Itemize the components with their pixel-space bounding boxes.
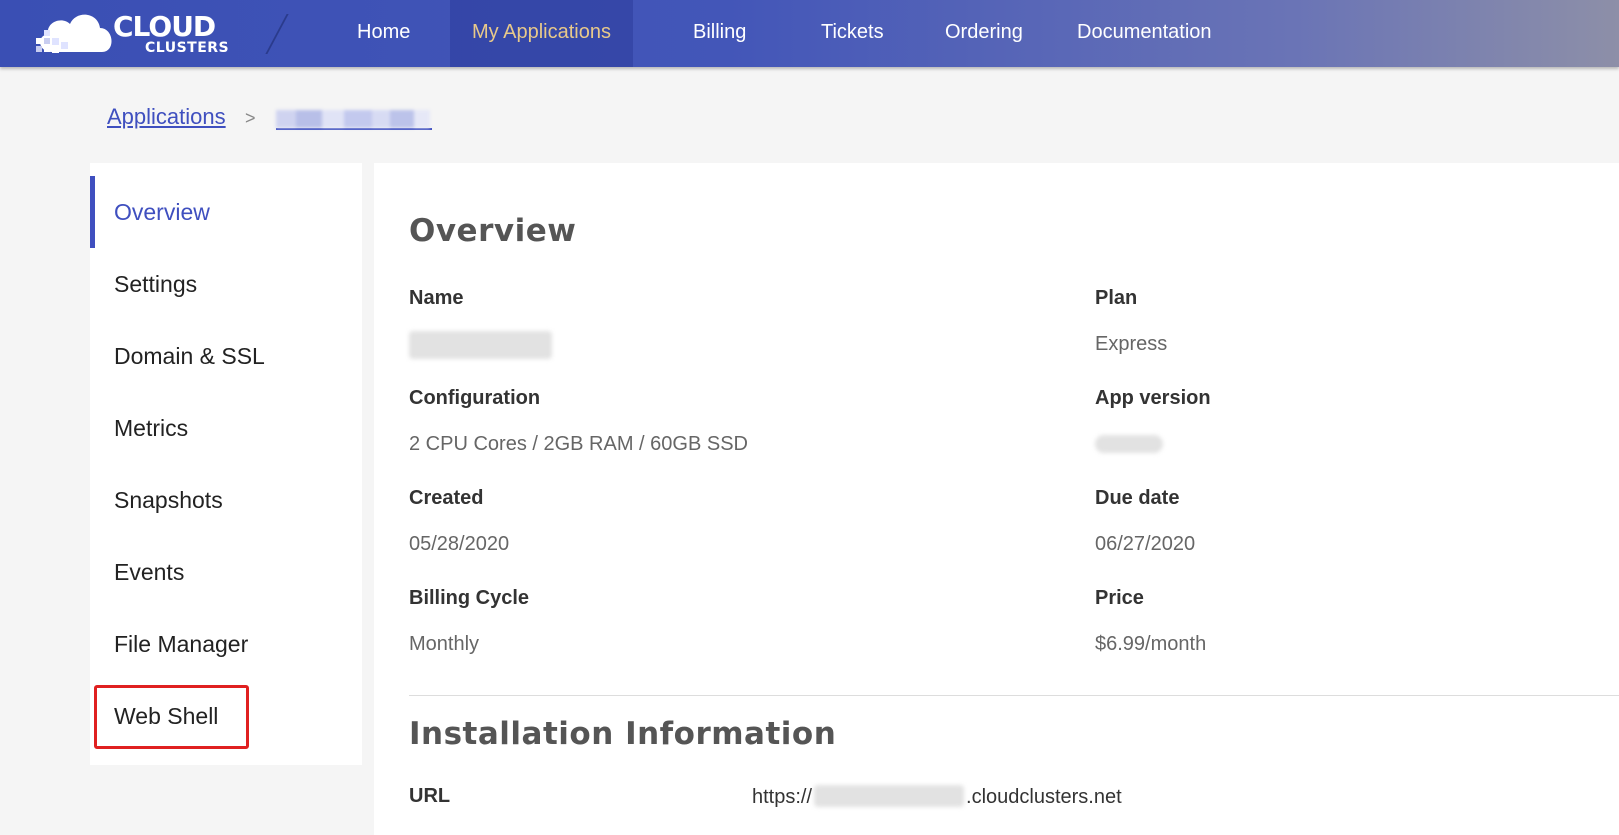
section-divider [409,695,1619,696]
nav-my-applications[interactable]: My Applications [450,0,633,67]
billing-cycle-value: Monthly [409,633,480,655]
sidebar-item-metrics[interactable]: Metrics [90,392,362,464]
plan-label: Plan [1095,287,1138,309]
nav-documentation[interactable]: Documentation [1077,0,1212,67]
nav-ordering[interactable]: Ordering [945,0,1023,67]
nav-tickets[interactable]: Tickets [821,0,884,67]
billing-cycle-label: Billing Cycle [409,587,530,609]
plan-value: Express [1095,333,1168,355]
sidebar-item-snapshots[interactable]: Snapshots [90,464,362,536]
web-shell-highlight-annotation [94,685,249,749]
logo-text-cloud: CLOUD [113,10,216,43]
url-subdomain-redacted [814,785,965,807]
main-content-panel: Overview Name Plan Express Configuration… [374,163,1619,835]
sidebar-item-domain-ssl[interactable]: Domain & SSL [90,320,362,392]
nav-billing[interactable]: Billing [693,0,746,67]
breadcrumb-current-app-redacted[interactable] [276,108,432,130]
configuration-value: 2 CPU Cores / 2GB RAM / 60GB SSD [409,433,748,455]
created-label: Created [409,487,484,509]
cloudclusters-logo[interactable]: CLOUD CLUSTERS [32,6,242,58]
sidebar-item-settings[interactable]: Settings [90,248,362,320]
configuration-label: Configuration [409,387,541,409]
nav-divider [265,14,289,54]
name-label: Name [409,287,464,309]
breadcrumb-separator: > [245,108,256,128]
app-version-value-redacted [1095,435,1163,453]
url-label: URL [409,785,451,807]
top-navigation-bar: CLOUD CLUSTERS Home My Applications Bill… [0,0,1619,67]
url-value[interactable]: https:// .cloudclusters.net [752,785,1122,809]
sidebar-item-file-manager[interactable]: File Manager [90,608,362,680]
breadcrumb-applications-link[interactable]: Applications [107,104,226,130]
app-sidebar: Overview Settings Domain & SSL Metrics S… [90,163,362,765]
due-date-label: Due date [1095,487,1180,509]
url-prefix: https:// [752,786,813,808]
price-label: Price [1095,587,1144,609]
cloud-logo-icon [36,14,112,53]
due-date-value: 06/27/2020 [1095,533,1196,555]
sidebar-item-overview[interactable]: Overview [90,176,362,248]
url-suffix: .cloudclusters.net [966,786,1122,808]
logo-text-clusters: CLUSTERS [145,40,230,56]
app-version-label: App version [1095,387,1211,409]
nav-home[interactable]: Home [357,0,410,67]
overview-heading: Overview [409,213,577,249]
installation-information-heading: Installation Information [409,716,837,752]
price-value: $6.99/month [1095,633,1207,655]
created-value: 05/28/2020 [409,533,510,555]
name-value-redacted [409,331,552,359]
sidebar-item-events[interactable]: Events [90,536,362,608]
